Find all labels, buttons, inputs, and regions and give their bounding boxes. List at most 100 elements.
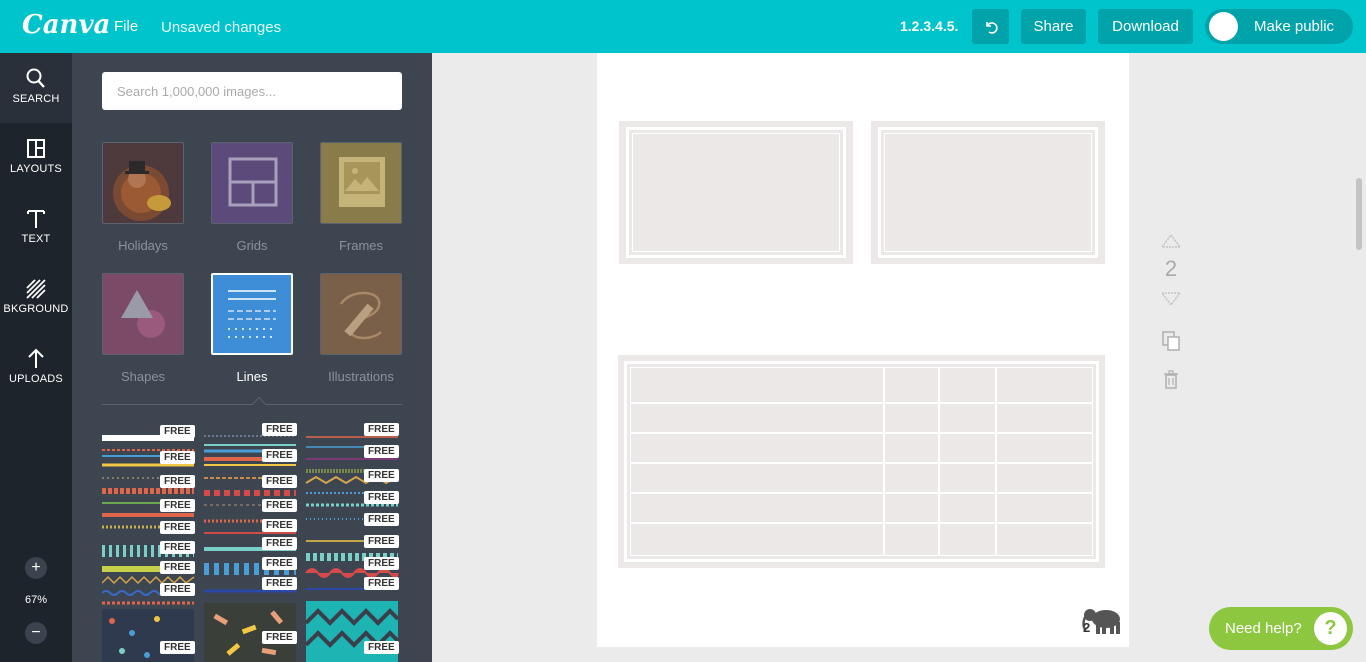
free-badge: FREE bbox=[160, 541, 195, 554]
free-badge: FREE bbox=[160, 425, 195, 438]
free-badge: FREE bbox=[262, 449, 297, 462]
pencil-icon bbox=[339, 291, 382, 340]
table-frame[interactable] bbox=[618, 355, 1105, 568]
delete-page-button[interactable] bbox=[1158, 370, 1184, 395]
frames-thumbnail bbox=[320, 142, 402, 224]
toggle-knob bbox=[1209, 12, 1238, 41]
free-badge: FREE bbox=[364, 641, 399, 654]
move-page-up-button[interactable] bbox=[1158, 233, 1184, 253]
layouts-icon bbox=[27, 139, 45, 158]
free-badge: FREE bbox=[160, 521, 195, 534]
free-badge: FREE bbox=[160, 641, 195, 654]
grids-thumbnail bbox=[211, 142, 293, 224]
free-badge: FREE bbox=[160, 451, 195, 464]
free-badge: FREE bbox=[364, 445, 399, 458]
free-badge: FREE bbox=[160, 583, 195, 596]
make-public-toggle[interactable]: Make public bbox=[1205, 9, 1353, 44]
lines-grid: FREE FREE FREE FREE FREE FREE FREE FREE … bbox=[101, 423, 402, 662]
make-public-label: Make public bbox=[1254, 18, 1335, 35]
page-count: 2 bbox=[1164, 256, 1178, 281]
background-icon bbox=[26, 279, 46, 299]
free-badge: FREE bbox=[262, 499, 297, 512]
free-badge: FREE bbox=[262, 475, 297, 488]
free-badge: FREE bbox=[262, 577, 297, 590]
grid-icon bbox=[228, 157, 278, 207]
rail-label: SEARCH bbox=[12, 93, 60, 105]
free-badge: FREE bbox=[364, 513, 399, 526]
design-page[interactable] bbox=[597, 53, 1129, 647]
category-frames[interactable]: Frames bbox=[320, 142, 402, 253]
category-lines[interactable]: Lines bbox=[211, 273, 293, 384]
category-illustrations[interactable]: Illustrations bbox=[320, 273, 402, 384]
move-page-down-button[interactable] bbox=[1158, 292, 1184, 311]
rail-label: TEXT bbox=[21, 233, 51, 245]
shapes-icon bbox=[121, 290, 165, 338]
table-row-divider bbox=[630, 522, 1093, 524]
page-number: 2 bbox=[1083, 620, 1091, 635]
download-button[interactable]: Download bbox=[1098, 9, 1193, 44]
search-input[interactable] bbox=[102, 72, 402, 110]
free-badge: FREE bbox=[160, 475, 195, 488]
rail-label: UPLOADS bbox=[9, 373, 63, 385]
zoom-in-button[interactable]: + bbox=[25, 557, 47, 579]
divider-pointer bbox=[251, 396, 267, 412]
undo-button[interactable] bbox=[972, 9, 1009, 44]
copy-icon bbox=[1162, 331, 1180, 351]
rail-label: BKGROUND bbox=[3, 303, 69, 315]
free-badge: FREE bbox=[160, 499, 195, 512]
table-row-divider bbox=[630, 432, 1093, 434]
need-help-button[interactable]: Need help? ? bbox=[1209, 607, 1353, 650]
frame-inner-border bbox=[632, 133, 840, 252]
undo-icon bbox=[985, 21, 998, 34]
free-badge: FREE bbox=[364, 535, 399, 548]
category-holidays[interactable]: Holidays bbox=[102, 142, 184, 253]
free-badge: FREE bbox=[364, 577, 399, 590]
copy-page-button[interactable] bbox=[1158, 330, 1184, 357]
illustrations-thumbnail bbox=[320, 273, 402, 355]
question-icon: ? bbox=[1314, 612, 1347, 645]
free-badge: FREE bbox=[364, 469, 399, 482]
zoom-level: 67% bbox=[24, 594, 48, 606]
rail-label: LAYOUTS bbox=[10, 163, 62, 175]
shapes-thumbnail bbox=[102, 273, 184, 355]
rail-item-background[interactable]: BKGROUND bbox=[0, 263, 72, 333]
free-badge: FREE bbox=[364, 491, 399, 504]
frame-placeholder[interactable] bbox=[871, 121, 1105, 264]
rail-item-text[interactable]: TEXT bbox=[0, 193, 72, 263]
category-shapes[interactable]: Shapes bbox=[102, 273, 184, 384]
canva-logo[interactable]: Canva bbox=[22, 10, 110, 40]
category-grids[interactable]: Grids bbox=[211, 142, 293, 253]
file-menu[interactable]: File bbox=[114, 18, 138, 35]
vertical-scrollbar[interactable] bbox=[1356, 178, 1362, 250]
category-label: Holidays bbox=[118, 238, 168, 253]
upload-icon bbox=[28, 348, 44, 368]
document-title[interactable]: 1.2.3.4.5. bbox=[900, 18, 958, 34]
rail-item-search[interactable]: SEARCH bbox=[0, 53, 72, 123]
free-badge: FREE bbox=[262, 519, 297, 532]
lines-icon bbox=[228, 290, 276, 338]
free-badge: FREE bbox=[160, 561, 195, 574]
frame-placeholder[interactable] bbox=[619, 121, 853, 264]
table-column-divider bbox=[883, 367, 885, 556]
table-row-divider bbox=[630, 492, 1093, 494]
share-button[interactable]: Share bbox=[1021, 9, 1086, 44]
free-badge: FREE bbox=[262, 423, 297, 436]
rail-item-uploads[interactable]: UPLOADS bbox=[0, 333, 72, 403]
triangle-down-icon bbox=[1160, 292, 1182, 307]
unsaved-changes-status: Unsaved changes bbox=[161, 19, 282, 36]
category-label: Frames bbox=[338, 238, 384, 253]
text-icon bbox=[27, 210, 45, 228]
lines-thumbnail bbox=[211, 273, 293, 355]
zoom-out-button[interactable]: − bbox=[25, 622, 47, 644]
table-column-divider bbox=[995, 367, 997, 556]
line-element-thumbnails[interactable] bbox=[101, 423, 402, 662]
left-rail: SEARCH LAYOUTS TEXT BKGROUND UPLOADS + 6… bbox=[0, 53, 72, 662]
picture-frame-icon bbox=[339, 157, 385, 207]
rail-item-layouts[interactable]: LAYOUTS bbox=[0, 123, 72, 193]
category-label: Grids bbox=[236, 238, 268, 253]
free-badge: FREE bbox=[262, 537, 297, 550]
category-label: Illustrations bbox=[328, 369, 394, 384]
need-help-label: Need help? bbox=[1225, 620, 1302, 637]
table-row-divider bbox=[630, 462, 1093, 464]
turkey-icon bbox=[113, 161, 171, 221]
